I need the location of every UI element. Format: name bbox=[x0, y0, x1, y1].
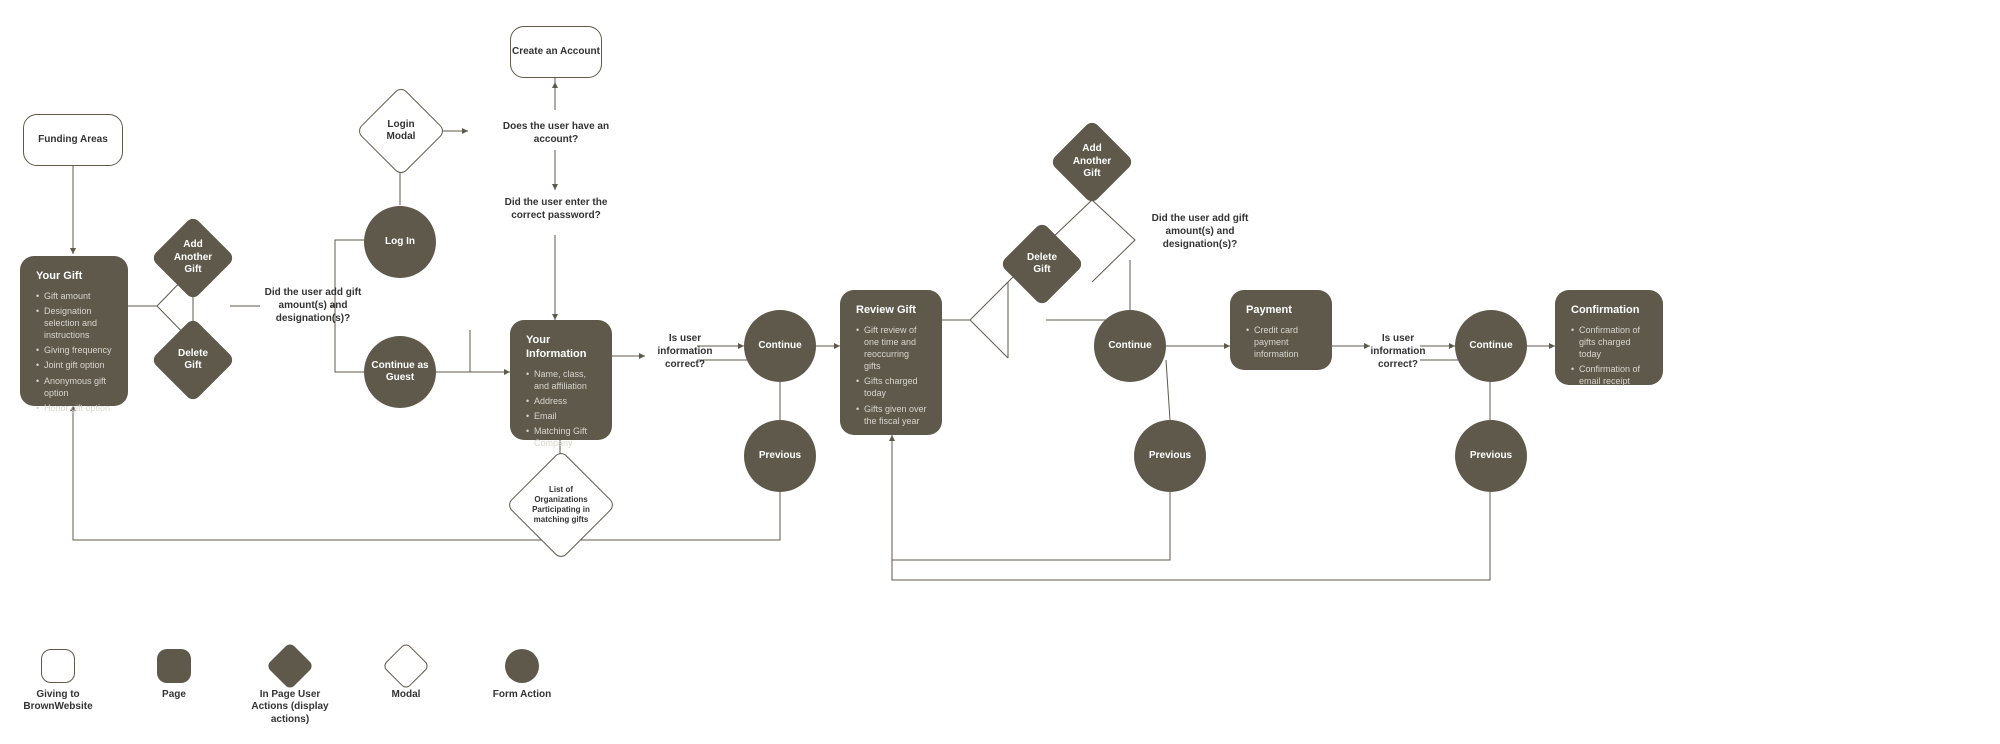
previous-3: Previous bbox=[1455, 420, 1527, 492]
payment-page: Payment Credit card payment information bbox=[1230, 290, 1332, 370]
continue-2-label: Continue bbox=[1108, 340, 1151, 353]
payment-title: Payment bbox=[1246, 304, 1318, 318]
your-gift-list: Gift amount Designation selection and in… bbox=[36, 290, 114, 414]
legend-action: Form Action bbox=[482, 649, 562, 702]
continue-1: Continue bbox=[744, 310, 816, 382]
previous-1: Previous bbox=[744, 420, 816, 492]
confirmation-title: Confirmation bbox=[1571, 304, 1649, 318]
review-gift-title: Review Gift bbox=[856, 304, 928, 318]
q-account: Does the user have an account? bbox=[482, 120, 630, 146]
your-info-page: Your Information Name, class, and affili… bbox=[510, 320, 612, 440]
orgs-modal: List of Organizations Participating in m… bbox=[522, 466, 600, 544]
continue-2: Continue bbox=[1094, 310, 1166, 382]
create-account-node: Create an Account bbox=[510, 26, 602, 78]
confirmation-item: Confirmation of email receipt bbox=[1571, 363, 1649, 387]
confirmation-page: Confirmation Confirmation of gifts charg… bbox=[1555, 290, 1663, 385]
confirmation-item: Confirmation of gifts charged today bbox=[1571, 324, 1649, 360]
legend-page: Page bbox=[134, 649, 214, 702]
legend: Giving to BrownWebsite Page In Page User… bbox=[18, 649, 562, 727]
delete-gift-label-2: Delete Gift bbox=[1012, 246, 1072, 283]
legend-inpage-icon bbox=[273, 649, 307, 683]
your-gift-item: Gift amount bbox=[36, 290, 114, 302]
legend-page-label: Page bbox=[162, 689, 186, 702]
your-gift-item: Designation selection and instructions bbox=[36, 305, 114, 341]
your-info-item: Email bbox=[526, 410, 598, 422]
q-password: Did the user enter the correct password? bbox=[495, 196, 617, 222]
legend-action-icon bbox=[505, 649, 539, 683]
legend-site-icon bbox=[41, 649, 75, 683]
funding-areas-node: Funding Areas bbox=[23, 114, 123, 166]
delete-gift-action-2: Delete Gift bbox=[1012, 234, 1072, 294]
orgs-modal-label: List of Organizations Participating in m… bbox=[522, 479, 600, 531]
add-gift-label-2: Add Another Gift bbox=[1062, 137, 1122, 187]
legend-modal-icon bbox=[389, 649, 423, 683]
payment-list: Credit card payment information bbox=[1246, 324, 1318, 360]
review-gift-page: Review Gift Gift review of one time and … bbox=[840, 290, 942, 435]
legend-inpage-label: In Page User Actions (display actions) bbox=[250, 689, 330, 727]
previous-2-label: Previous bbox=[1149, 450, 1191, 463]
payment-item: Credit card payment information bbox=[1246, 324, 1318, 360]
q-amounts-1: Did the user add gift amount(s) and desi… bbox=[258, 286, 368, 325]
your-info-list: Name, class, and affiliation Address Ema… bbox=[526, 368, 598, 450]
continue-3: Continue bbox=[1455, 310, 1527, 382]
previous-2: Previous bbox=[1134, 420, 1206, 492]
your-gift-item: Joint gift option bbox=[36, 359, 114, 371]
q-info-1: Is user information correct? bbox=[645, 332, 725, 371]
guest-action: Continue as Guest bbox=[364, 336, 436, 408]
your-gift-item: Honor gift option bbox=[36, 402, 114, 414]
your-info-item: Name, class, and affiliation bbox=[526, 368, 598, 392]
your-gift-title: Your Gift bbox=[36, 270, 114, 284]
review-gift-item: Gift review of one time and reoccurring … bbox=[856, 324, 928, 373]
continue-1-label: Continue bbox=[758, 340, 801, 353]
add-gift-action-2: Add Another Gift bbox=[1062, 132, 1122, 192]
q-amounts-2: Did the user add gift amount(s) and desi… bbox=[1140, 212, 1260, 251]
your-gift-page: Your Gift Gift amount Designation select… bbox=[20, 256, 128, 406]
review-gift-item: Gifts given over the fiscal year bbox=[856, 403, 928, 427]
add-gift-label-1: Add Another Gift bbox=[163, 233, 223, 283]
your-info-title: Your Information bbox=[526, 334, 598, 362]
review-gift-list: Gift review of one time and reoccurring … bbox=[856, 324, 928, 427]
continue-3-label: Continue bbox=[1469, 340, 1512, 353]
login-label: Log In bbox=[385, 236, 415, 249]
login-modal-node: Login Modal bbox=[369, 99, 433, 163]
legend-site: Giving to BrownWebsite bbox=[18, 649, 98, 714]
confirmation-list: Confirmation of gifts charged today Conf… bbox=[1571, 324, 1649, 388]
review-gift-item: Gifts charged today bbox=[856, 375, 928, 399]
legend-page-icon bbox=[157, 649, 191, 683]
delete-gift-action-1: Delete Gift bbox=[163, 330, 223, 390]
legend-modal-label: Modal bbox=[392, 689, 421, 702]
your-gift-item: Giving frequency bbox=[36, 344, 114, 356]
previous-1-label: Previous bbox=[759, 450, 801, 463]
legend-site-label: Giving to BrownWebsite bbox=[18, 689, 98, 714]
funding-areas-label: Funding Areas bbox=[38, 134, 108, 147]
your-gift-item: Anonymous gift option bbox=[36, 375, 114, 399]
q-info-2: Is user information correct? bbox=[1358, 332, 1438, 371]
legend-modal: Modal bbox=[366, 649, 446, 702]
flow-diagram: Funding Areas Create an Account Login Mo… bbox=[0, 0, 2000, 744]
legend-action-label: Form Action bbox=[493, 689, 552, 702]
login-modal-label: Login Modal bbox=[369, 113, 433, 150]
delete-gift-label-1: Delete Gift bbox=[163, 342, 223, 379]
guest-label: Continue as Guest bbox=[364, 360, 436, 385]
legend-inpage: In Page User Actions (display actions) bbox=[250, 649, 330, 727]
connectors bbox=[0, 0, 2000, 744]
your-info-item: Address bbox=[526, 395, 598, 407]
previous-3-label: Previous bbox=[1470, 450, 1512, 463]
login-action: Log In bbox=[364, 206, 436, 278]
add-gift-action-1: Add Another Gift bbox=[163, 228, 223, 288]
create-account-label: Create an Account bbox=[512, 46, 600, 59]
your-info-item: Matching Gift Company bbox=[526, 425, 598, 449]
